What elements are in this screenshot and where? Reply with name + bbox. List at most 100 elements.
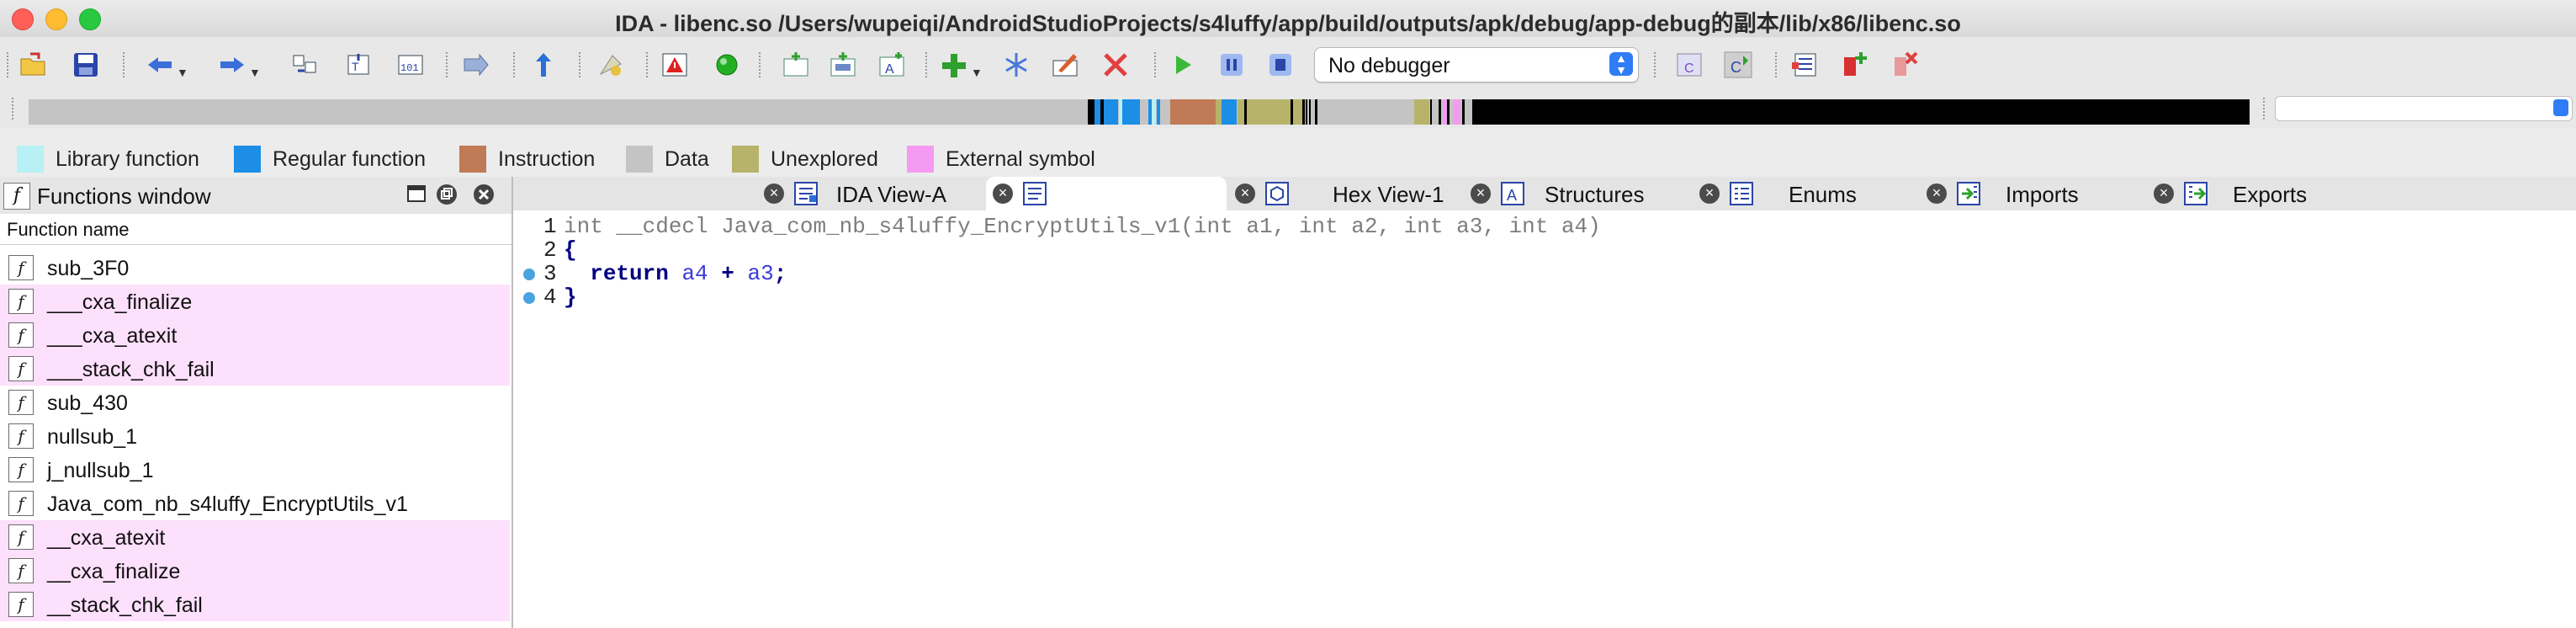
search-binary-icon[interactable]: 101 xyxy=(395,51,426,79)
legend: Library function Regular function Instru… xyxy=(0,141,1178,175)
nav-segment-regular xyxy=(1104,99,1118,125)
tab-label: Structures xyxy=(1545,182,1645,207)
svg-text:C: C xyxy=(1731,59,1741,76)
legend-swatch xyxy=(626,146,653,173)
data-icon[interactable] xyxy=(828,51,858,79)
open-icon[interactable] xyxy=(19,51,49,79)
search-text-icon[interactable]: T xyxy=(343,51,374,79)
add-dropdown-icon[interactable]: ▼ xyxy=(971,66,983,79)
tab-ida-view-a[interactable]: × IDA View-A xyxy=(757,177,984,210)
segment-icon[interactable] xyxy=(461,51,491,79)
function-icon: f xyxy=(8,289,34,314)
tab-close-icon[interactable]: × xyxy=(1471,184,1491,204)
pseudocode-icon xyxy=(1021,180,1048,207)
refresh-icon[interactable]: C xyxy=(1723,51,1753,79)
function-row[interactable]: f ___cxa_finalize xyxy=(0,285,510,318)
function-name-column-header[interactable]: Function name xyxy=(0,214,511,245)
tab-pseudocode[interactable]: × xyxy=(986,177,1227,210)
tab-close-icon[interactable]: × xyxy=(1927,184,1947,204)
function-row[interactable]: f nullsub_1 xyxy=(0,419,510,453)
code-line[interactable]: 1 int __cdecl Java_com_nb_s4luffy_Encrypt… xyxy=(513,214,2576,239)
jump-icon[interactable] xyxy=(289,51,320,79)
delete-icon[interactable] xyxy=(1100,51,1131,79)
function-icon: f xyxy=(8,524,34,550)
navigation-overview-bar[interactable] xyxy=(29,99,2250,125)
graph-icon[interactable]: C xyxy=(1674,51,1704,79)
function-icon: f xyxy=(8,390,34,415)
tab-imports[interactable]: × Imports xyxy=(1920,177,2147,210)
function-row[interactable]: f j_nullsub_1 xyxy=(0,453,510,487)
list-icon[interactable] xyxy=(1790,51,1821,79)
pseudocode-view[interactable]: 1 int __cdecl Java_com_nb_s4luffy_Encrypt… xyxy=(513,210,2576,628)
column-header-label: Function name xyxy=(7,219,130,240)
legend-label: Regular function xyxy=(273,146,427,171)
back-dropdown-icon[interactable]: ▼ xyxy=(177,66,188,79)
warning-icon[interactable] xyxy=(660,51,690,79)
snowflake-icon[interactable] xyxy=(1001,51,1031,79)
tab-enums[interactable]: × Enums xyxy=(1693,177,1920,210)
up-arrow-icon[interactable] xyxy=(528,51,559,79)
string-icon[interactable]: A xyxy=(877,51,907,79)
breakpoint-add-icon[interactable] xyxy=(1839,51,1869,79)
nav-segment-data xyxy=(1141,99,1148,125)
float-panel-icon[interactable] xyxy=(405,184,427,205)
toolbar-separator xyxy=(1154,52,1159,77)
tab-label: IDA View-A xyxy=(836,182,947,207)
function-row[interactable]: f sub_3F0 xyxy=(0,251,510,285)
legend-item-data: Data xyxy=(626,145,709,173)
pause-icon[interactable] xyxy=(1216,51,1247,79)
function-row[interactable]: f sub_430 xyxy=(0,386,510,419)
line-number: 2 xyxy=(543,237,557,263)
navigation-select[interactable] xyxy=(2275,96,2573,121)
code-line[interactable]: 3 return a4 + a3; xyxy=(513,261,2576,286)
forward-icon[interactable] xyxy=(217,51,247,79)
nav-segment-black xyxy=(1315,99,1317,125)
code-line[interactable]: 4} xyxy=(513,285,2576,310)
nav-segment-black xyxy=(1309,99,1311,125)
function-row[interactable]: f Java_com_nb_s4luffy_EncryptUtils_v1 xyxy=(0,487,510,520)
run-icon[interactable] xyxy=(1168,51,1198,79)
tab-structures[interactable]: × A Structures xyxy=(1464,177,1699,210)
code-line[interactable]: 2{ xyxy=(513,237,2576,263)
function-row[interactable]: f ___stack_chk_fail xyxy=(0,352,510,386)
function-name: __cxa_finalize xyxy=(47,560,181,583)
back-icon[interactable] xyxy=(145,51,175,79)
tab-close-icon[interactable]: × xyxy=(764,184,784,204)
tab-close-icon[interactable]: × xyxy=(1699,184,1720,204)
tab-label: Imports xyxy=(2006,182,2079,207)
debugger-select[interactable]: No debugger ▲ ▼ xyxy=(1314,47,1639,82)
code-icon[interactable] xyxy=(781,51,811,79)
toolbar-separator xyxy=(759,52,764,77)
green-circle-icon[interactable] xyxy=(712,51,742,79)
nav-segment-black xyxy=(1088,99,1095,125)
svg-text:101: 101 xyxy=(400,62,419,74)
enums-icon xyxy=(1728,180,1755,207)
function-row[interactable]: f ___cxa_atexit xyxy=(0,318,510,352)
breakpoint-dot-icon[interactable] xyxy=(523,292,535,304)
nav-segment-regular xyxy=(1122,99,1140,125)
close-panel-icon[interactable] xyxy=(473,184,495,205)
stop-icon[interactable] xyxy=(1265,51,1296,79)
legend-label: Library function xyxy=(56,146,199,171)
tab-close-icon[interactable]: × xyxy=(1235,184,1255,204)
breakpoint-dot-icon[interactable] xyxy=(523,269,535,280)
tab-close-icon[interactable]: × xyxy=(2154,184,2174,204)
function-row[interactable]: f __cxa_finalize xyxy=(0,554,510,588)
nav-segment-unexplored xyxy=(1293,99,1302,125)
save-icon[interactable] xyxy=(71,51,101,79)
add-icon[interactable] xyxy=(939,51,969,79)
flag-icon[interactable] xyxy=(596,51,626,79)
edit-icon[interactable] xyxy=(1050,51,1080,79)
tab-exports[interactable]: × Exports xyxy=(2147,177,2374,210)
breakpoint-delete-icon[interactable] xyxy=(1890,51,1920,79)
function-row[interactable]: f __cxa_atexit xyxy=(0,520,510,554)
function-name: sub_3F0 xyxy=(47,257,130,280)
toolbar-separator xyxy=(1775,52,1780,77)
tab-close-icon[interactable]: × xyxy=(993,184,1013,204)
forward-dropdown-icon[interactable]: ▼ xyxy=(249,66,261,79)
toolbar-separator xyxy=(925,52,930,77)
restore-panel-icon[interactable] xyxy=(436,184,458,205)
toolbar-separator xyxy=(123,52,128,77)
function-row[interactable]: f __stack_chk_fail xyxy=(0,588,510,621)
tab-hex-view-1[interactable]: × Hex View-1 xyxy=(1228,177,1464,210)
